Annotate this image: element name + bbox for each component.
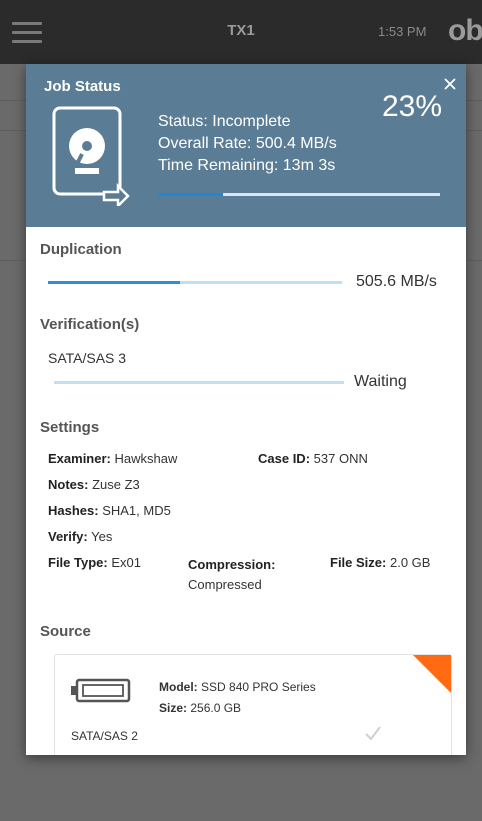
progress-percent: 23% (381, 90, 442, 123)
source-device-card[interactable]: Model: SSD 840 PRO Series Size: 256.0 GB… (54, 654, 452, 755)
case-id-field: Case ID: 537 ONN (258, 451, 368, 466)
case-id-label: Case ID: (258, 451, 311, 466)
compression-label: Compression: (188, 557, 276, 572)
source-heading: Source (40, 623, 91, 640)
duplication-progress-bar (48, 281, 342, 284)
model-label: Model: (159, 680, 198, 694)
source-port: SATA/SAS 2 (71, 729, 138, 743)
verify-label: Verify: (48, 529, 88, 544)
time-remaining-text: Time Remaining: 13m 3s (158, 157, 336, 174)
model-value: SSD 840 PRO Series (201, 680, 316, 694)
overall-rate-text: Overall Rate: 500.4 MB/s (158, 135, 337, 152)
duplication-rate: 505.6 MB/s (356, 273, 437, 290)
sata-drive-icon (71, 678, 131, 703)
file-size-value: 2.0 GB (389, 555, 431, 570)
clock: 1:53 PM (378, 24, 427, 39)
notes-field: Notes: Zuse Z3 (48, 477, 140, 492)
file-type-value: Ex01 (111, 555, 141, 570)
verify-field: Verify: Yes (48, 529, 112, 544)
examiner-label: Examiner: (48, 451, 111, 466)
job-status-header: Job Status Status: Incomplete Overall Ra… (26, 64, 466, 227)
examiner-field: Examiner: Hawkshaw (48, 451, 177, 466)
file-size-field: File Size: 2.0 GB (330, 555, 430, 570)
size-label: Size: (159, 701, 188, 715)
job-status-details: Status: Incomplete Overall Rate: 500.4 M… (158, 111, 337, 177)
verify-value: Yes (91, 529, 113, 544)
source-corner-marker (413, 655, 451, 693)
hashes-label: Hashes: (48, 503, 99, 518)
file-type-label: File Type: (48, 555, 108, 570)
status-text: Status: Incomplete (158, 113, 291, 130)
case-id-value: 537 ONN (313, 451, 368, 466)
size-value: 256.0 GB (190, 701, 242, 715)
check-icon (365, 726, 381, 741)
duplication-heading: Duplication (40, 241, 122, 258)
notes-label: Notes: (48, 477, 89, 492)
verification-heading: Verification(s) (40, 316, 140, 333)
examiner-value: Hawkshaw (114, 451, 178, 466)
hashes-field: Hashes: SHA1, MD5 (48, 503, 171, 518)
source-model: Model: SSD 840 PRO Series (159, 680, 316, 694)
source-size: Size: 256.0 GB (159, 701, 241, 715)
compression-value: Compressed (188, 577, 262, 592)
file-type-field: File Type: Ex01 (48, 555, 141, 570)
notes-value: Zuse Z3 (92, 477, 140, 492)
hashes-value: SHA1, MD5 (102, 503, 171, 518)
compression-field: Compression: Compressed (188, 555, 275, 595)
job-progress-fill (158, 193, 223, 196)
close-icon[interactable] (440, 74, 460, 94)
verification-status: Waiting (354, 373, 407, 390)
settings-heading: Settings (40, 419, 100, 436)
duplication-progress-fill (48, 281, 181, 284)
file-size-label: File Size: (330, 555, 387, 570)
brand-logo: ob (448, 14, 482, 47)
job-progress-bar (158, 193, 440, 196)
app-bar: TX1 1:53 PM ob (0, 0, 482, 64)
verification-progress-bar (54, 381, 344, 384)
verification-device: SATA/SAS 3 (48, 350, 127, 366)
dialog-title: Job Status (44, 78, 121, 95)
job-status-dialog: Job Status Status: Incomplete Overall Ra… (26, 64, 466, 755)
hard-drive-icon (52, 106, 130, 206)
